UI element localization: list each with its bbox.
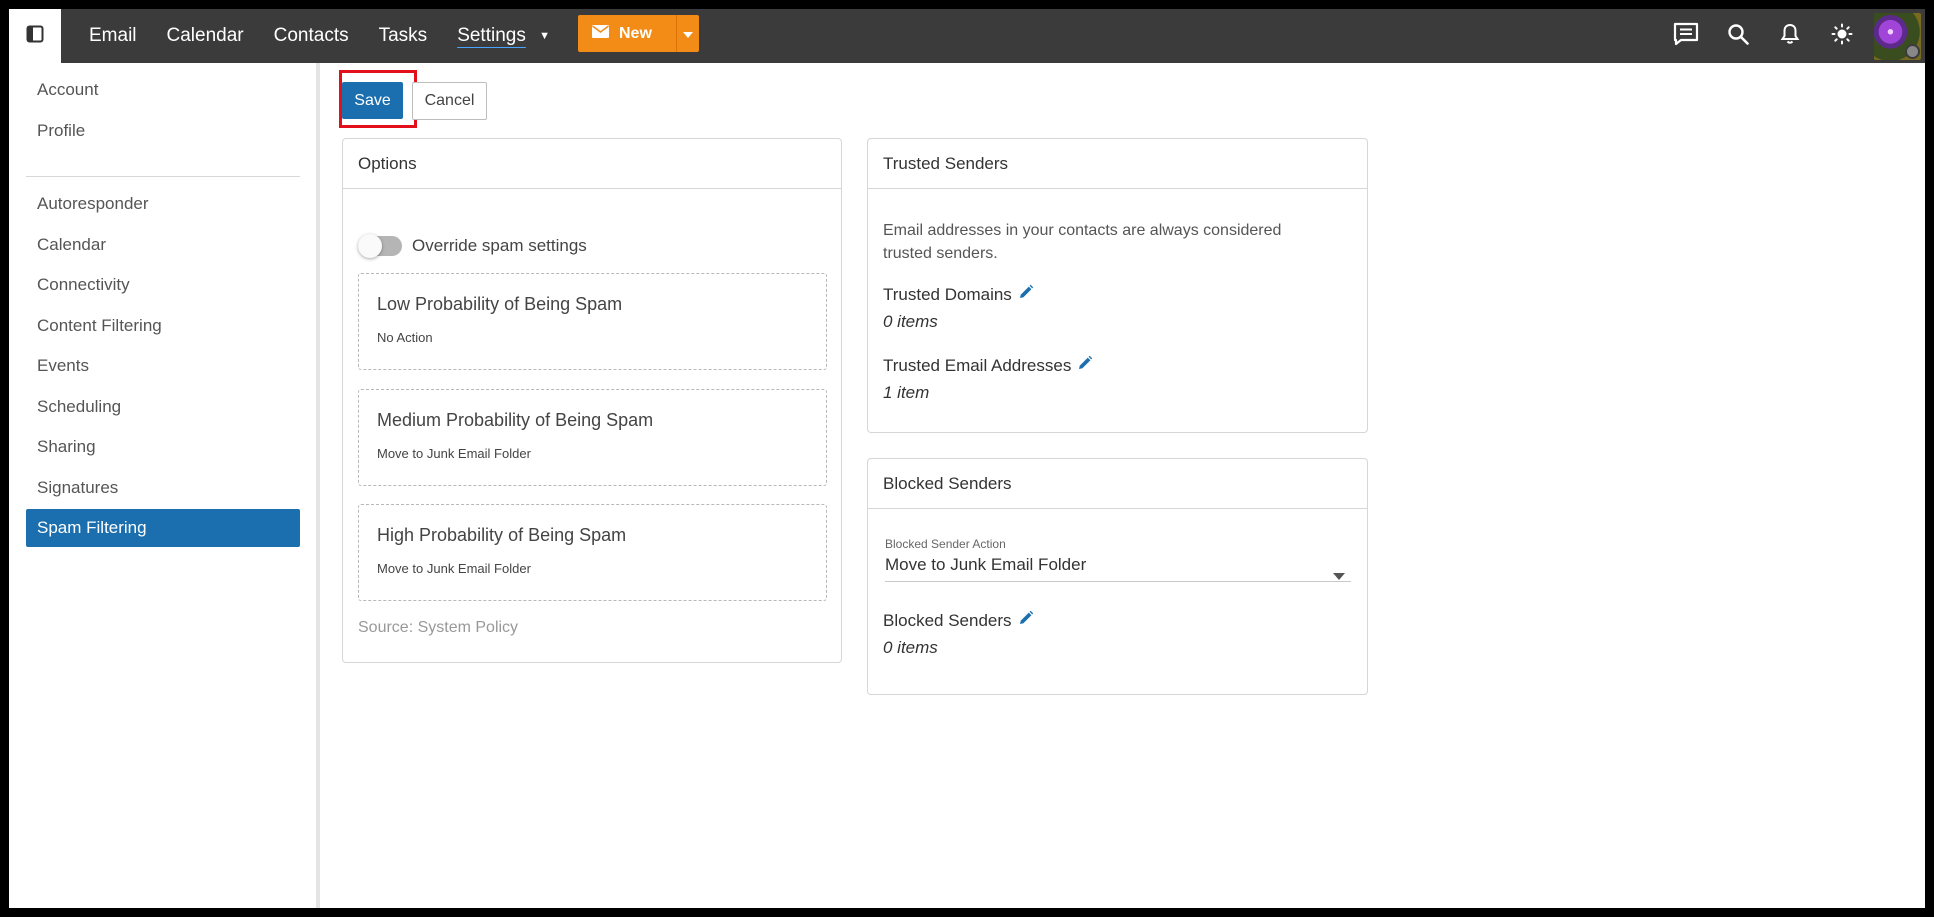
override-spam-label: Override spam settings xyxy=(412,236,587,255)
blocked-senders-count: 0 items xyxy=(883,638,938,657)
mail-icon xyxy=(592,24,619,43)
new-button-group: New xyxy=(578,15,699,52)
trusted-senders-panel: Trusted Senders Email addresses in your … xyxy=(867,138,1368,433)
options-title: Options xyxy=(343,139,841,189)
nav-settings: Settings xyxy=(457,25,526,47)
new-dropdown-button[interactable] xyxy=(677,25,699,43)
theme-toggle-button[interactable] xyxy=(1816,9,1868,63)
edit-trusted-domains-icon[interactable] xyxy=(1012,284,1034,305)
new-button[interactable]: New xyxy=(578,15,662,52)
blocked-action-label: Blocked Sender Action xyxy=(885,537,1006,551)
top-bar: Email Calendar Contacts Tasks Settings ▼… xyxy=(9,9,1925,63)
blocked-senders-row: Blocked Senders xyxy=(883,610,1034,631)
sidebar-toggle-icon xyxy=(26,25,44,48)
top-icons xyxy=(1660,9,1925,63)
app-window: Email Calendar Contacts Tasks Settings ▼… xyxy=(9,9,1925,908)
medium-probability-box[interactable]: Medium Probability of Being Spam Move to… xyxy=(358,389,827,486)
medium-probability-action: Move to Junk Email Folder xyxy=(377,446,531,461)
notifications-button[interactable] xyxy=(1764,9,1816,63)
sidebar-item-connectivity[interactable]: Connectivity xyxy=(26,266,300,304)
low-probability-title: Low Probability of Being Spam xyxy=(377,294,623,314)
sidebar-item-profile[interactable]: Profile xyxy=(26,112,300,150)
bell-icon xyxy=(1780,23,1800,50)
edit-blocked-senders-icon[interactable] xyxy=(1012,610,1034,631)
chevron-down-icon: ▼ xyxy=(539,30,551,42)
sidebar-item-content-filtering[interactable]: Content Filtering xyxy=(26,307,300,345)
cancel-button[interactable]: Cancel xyxy=(412,82,487,120)
sidebar-item-scheduling[interactable]: Scheduling xyxy=(26,388,300,426)
sidebar-divider xyxy=(26,176,300,177)
high-probability-box[interactable]: High Probability of Being Spam Move to J… xyxy=(358,504,827,601)
sidebar-item-events[interactable]: Events xyxy=(26,347,300,385)
blocked-action-select[interactable]: Move to Junk Email Folder xyxy=(885,553,1351,582)
trusted-senders-title: Trusted Senders xyxy=(868,139,1367,189)
sidebar-item-account[interactable]: Account xyxy=(26,71,300,109)
sidebar-border xyxy=(316,63,320,908)
low-probability-action: No Action xyxy=(377,330,433,345)
trusted-domains-label: Trusted Domains xyxy=(883,284,1012,304)
sidebar-toggle-button[interactable] xyxy=(9,9,61,63)
nav-email[interactable]: Email xyxy=(89,9,137,63)
high-probability-title: High Probability of Being Spam xyxy=(377,525,627,545)
new-button-label: New xyxy=(619,24,652,42)
edit-trusted-addresses-icon[interactable] xyxy=(1071,355,1093,376)
presence-status-dot xyxy=(1905,43,1920,59)
chat-button[interactable] xyxy=(1660,9,1712,63)
nav-settings-menu[interactable]: Settings ▼ xyxy=(457,9,550,63)
blocked-senders-title: Blocked Senders xyxy=(868,459,1367,509)
settings-sidebar: Account Profile Autoresponder Calendar C… xyxy=(9,63,317,908)
medium-probability-title: Medium Probability of Being Spam xyxy=(377,410,654,430)
blocked-senders-label: Blocked Senders xyxy=(883,610,1012,630)
sidebar-item-spam-filtering[interactable]: Spam Filtering xyxy=(26,509,300,547)
save-button[interactable]: Save xyxy=(342,82,403,119)
trusted-domains-row: Trusted Domains xyxy=(883,284,1034,305)
sidebar-item-calendar[interactable]: Calendar xyxy=(26,226,300,264)
blocked-action-value: Move to Junk Email Folder xyxy=(885,555,1087,574)
low-probability-box[interactable]: Low Probability of Being Spam No Action xyxy=(358,273,827,370)
sidebar-item-sharing[interactable]: Sharing xyxy=(26,428,300,466)
caret-down-icon xyxy=(683,25,693,43)
sidebar-item-signatures[interactable]: Signatures xyxy=(26,469,300,507)
main-nav: Email Calendar Contacts Tasks Settings ▼ xyxy=(89,9,580,63)
nav-calendar[interactable]: Calendar xyxy=(167,9,244,63)
toggle-knob xyxy=(358,234,382,258)
sidebar-item-autoresponder[interactable]: Autoresponder xyxy=(26,185,300,223)
options-panel: Options Override spam settings Low Proba… xyxy=(342,138,842,663)
trusted-domains-count: 0 items xyxy=(883,312,938,331)
avatar[interactable] xyxy=(1874,12,1921,60)
blocked-senders-panel: Blocked Senders Blocked Sender Action Mo… xyxy=(867,458,1368,695)
search-icon xyxy=(1727,23,1749,50)
override-spam-toggle[interactable] xyxy=(358,234,402,258)
chevron-down-icon xyxy=(1333,563,1345,587)
nav-tasks[interactable]: Tasks xyxy=(379,9,428,63)
theme-sun-icon xyxy=(1831,23,1853,50)
high-probability-action: Move to Junk Email Folder xyxy=(377,561,531,576)
trusted-addresses-label: Trusted Email Addresses xyxy=(883,355,1072,375)
trusted-senders-description: Email addresses in your contacts are alw… xyxy=(883,222,1282,262)
trusted-addresses-count: 1 item xyxy=(883,383,930,402)
nav-contacts[interactable]: Contacts xyxy=(274,9,349,63)
trusted-addresses-row: Trusted Email Addresses xyxy=(883,355,1093,376)
search-button[interactable] xyxy=(1712,9,1764,63)
chat-icon xyxy=(1673,22,1699,51)
source-text: Source: System Policy xyxy=(358,619,519,636)
